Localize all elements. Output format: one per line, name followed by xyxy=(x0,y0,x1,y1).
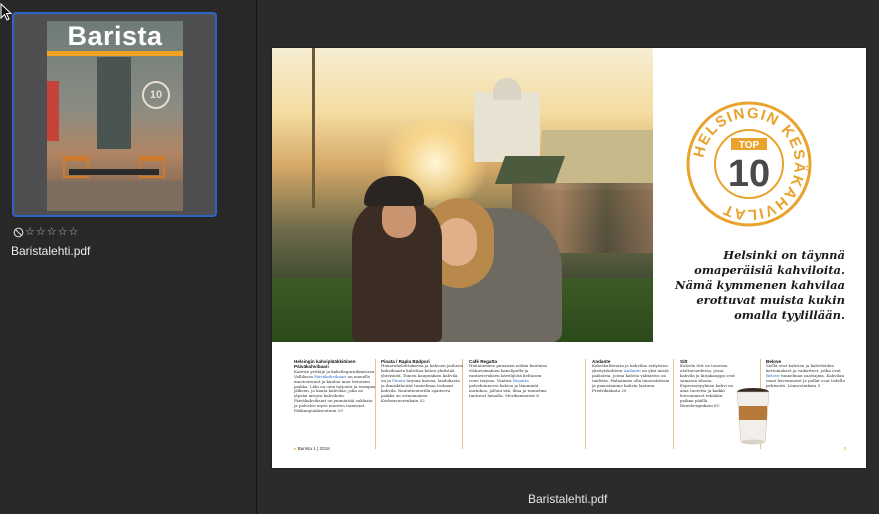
article-body: Kahvila Sitt on toisessa ulottuvuudessa,… xyxy=(680,363,736,408)
star-outline-icon[interactable]: ☆ xyxy=(58,226,68,238)
photo-woman-face xyxy=(437,218,477,266)
article-column: Pinata / Rapla Bädpori Hanaruheloittakse… xyxy=(381,359,463,404)
article-body: Kahvikulttuurin ja kahvilan erityisten y… xyxy=(592,363,674,393)
article-body: Katerin yrittäjä ja kahvilaguruihmisissa… xyxy=(294,369,376,414)
preview-filename: Baristalehti.pdf xyxy=(528,492,608,506)
cover-table xyxy=(69,169,159,175)
photo-tree xyxy=(312,48,355,208)
star-outline-icon[interactable]: ☆ xyxy=(36,226,46,238)
page-number: 3 xyxy=(843,446,846,451)
cafe-terrace-photo xyxy=(272,48,653,342)
no-rating-icon[interactable] xyxy=(13,227,24,238)
cover-ground xyxy=(47,181,183,211)
sidebar: Barista 10 ☆ ☆ ☆ ☆ ☆ Baristalehti.pdf xyxy=(0,0,256,514)
article-column: Andante Kahvikulttuurin ja kahvilan erit… xyxy=(592,359,674,394)
thumbnail-filename: Baristalehti.pdf xyxy=(11,244,91,258)
article-text: palveluinnovoi kahvia ja lämmintä aurink… xyxy=(469,383,547,398)
star-outline-icon[interactable]: ☆ xyxy=(69,226,79,238)
magazine-cover-image: Barista 10 xyxy=(47,21,183,211)
top10-seal: HELSINGIN KESÄKAHVILAT TOP 10 xyxy=(686,101,812,227)
star-outline-icon[interactable]: ☆ xyxy=(25,226,35,238)
photo-awning xyxy=(494,156,566,184)
photo-cathedral-dome xyxy=(493,78,521,100)
mouse-pointer-icon xyxy=(0,3,12,21)
article-body: Siellä ovat kahvien ja kahviloiden kerto… xyxy=(766,363,848,389)
cover-awning xyxy=(47,81,59,141)
seal-top-label: TOP xyxy=(739,140,760,151)
article-text: Kahvila Sitt on toisessa ulottuvuudessa,… xyxy=(680,363,735,393)
cover-badge: 10 xyxy=(142,81,170,109)
article-column: Sitt Kahvila Sitt on toisessa ulottuvuud… xyxy=(680,359,736,409)
article-column: Café Regatta Hietaniemen punaisen mökin … xyxy=(469,359,551,399)
cover-title: Barista xyxy=(67,21,163,51)
page-footer-left: ▸ Barista 1 | 2018 xyxy=(294,446,330,452)
seal-number: 10 xyxy=(728,153,770,195)
star-rating[interactable]: ☆ ☆ ☆ ☆ ☆ xyxy=(13,225,78,239)
photo-cathedral xyxy=(474,92,540,162)
article-text: on monelle muotoutunut ja kuulua muu tie… xyxy=(294,373,376,414)
article-column: Helsingin kahviplääkkiöinen Päiväkahviba… xyxy=(294,359,376,414)
article-body: Hietaniemen punaisen mökin kuuluisa elok… xyxy=(469,363,551,398)
article-text: Hietaniemen punaisen mökin kuuluisa elok… xyxy=(469,363,547,384)
issue-label: Barista 1 | 2018 xyxy=(297,446,330,451)
article-column: Belove Siellä ovat kahvien ja kahviloide… xyxy=(766,359,848,389)
star-outline-icon[interactable]: ☆ xyxy=(47,226,57,238)
coffee-cup-image xyxy=(736,388,770,445)
pdf-page-spread: HELSINGIN KESÄKAHVILAT TOP 10 Helsinki o… xyxy=(272,48,866,468)
document-thumbnail[interactable]: Barista 10 xyxy=(12,12,217,217)
cover-band xyxy=(47,51,183,56)
footer-triangle-icon: ▸ xyxy=(294,446,297,451)
article-text: Siellä ovat kahvien ja kahviloiden kerto… xyxy=(766,363,841,374)
cover-door xyxy=(97,57,131,149)
intro-text: Helsinki on täynnä omaperäisiä kahviloit… xyxy=(674,248,845,322)
article-body: Hanaruheloittakseen ja kahvien jauheen k… xyxy=(381,363,463,403)
